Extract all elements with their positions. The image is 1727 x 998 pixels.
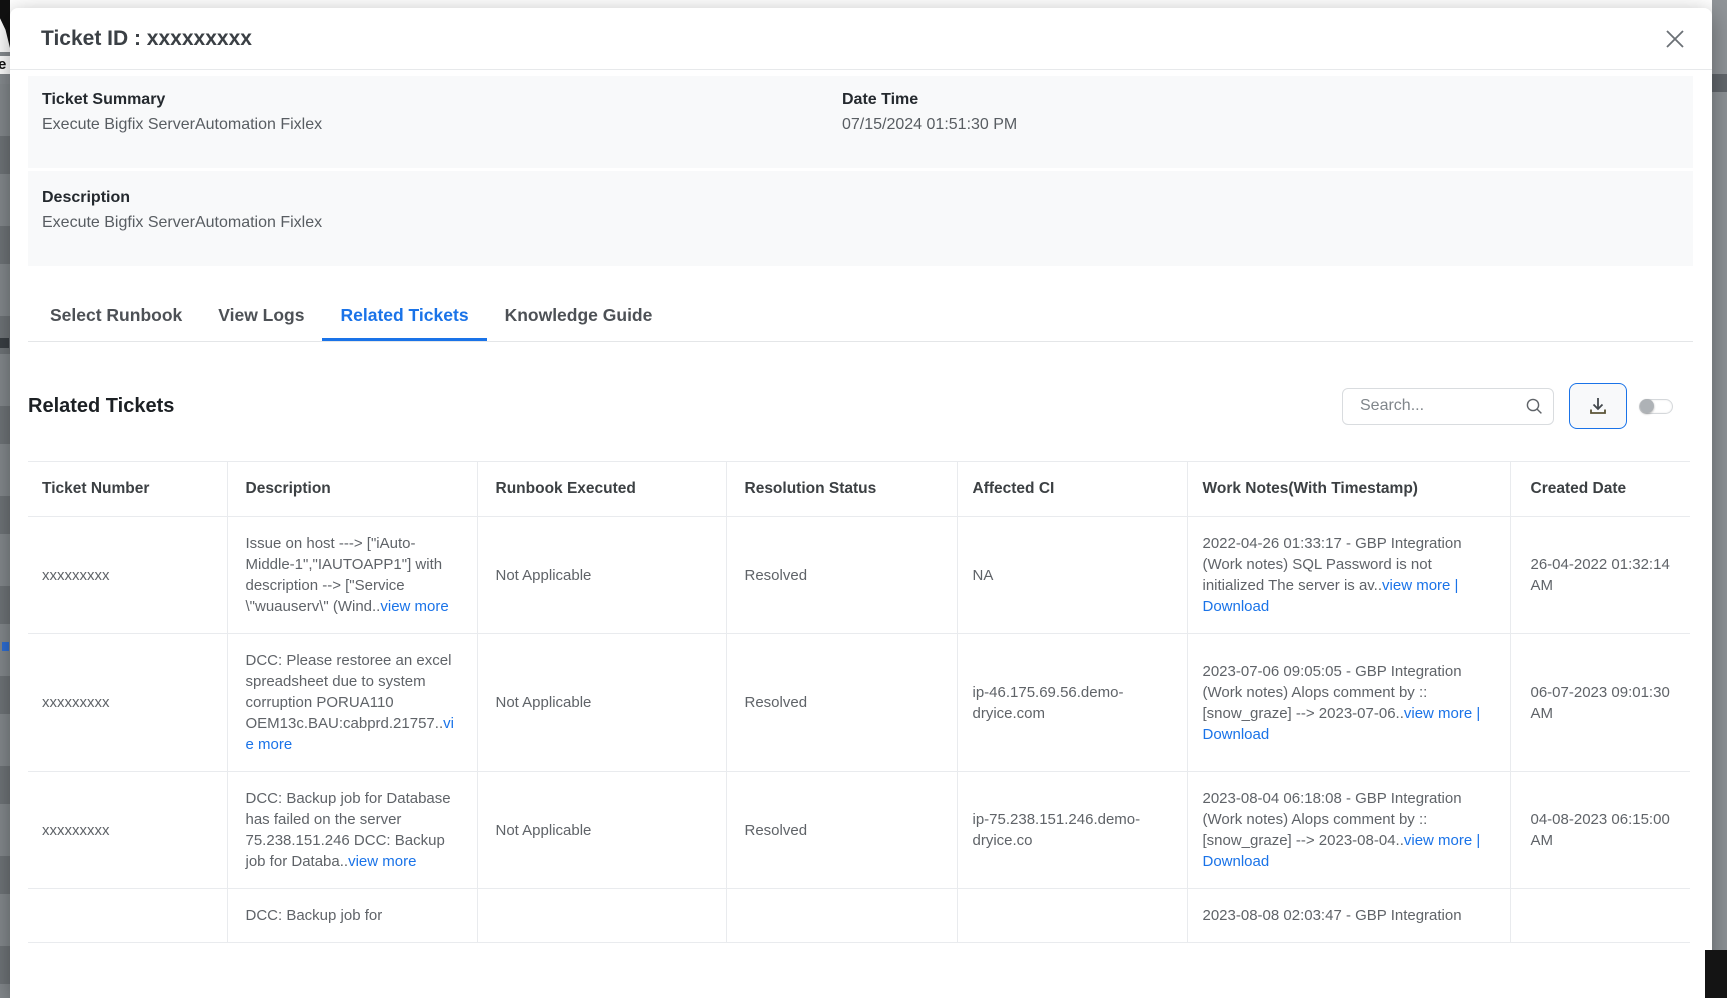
cell-resolution-status [726,889,957,943]
col-header-runbook-executed: Runbook Executed [477,462,726,517]
download-button[interactable] [1569,383,1627,429]
tab-select-runbook[interactable]: Select Runbook [32,292,200,341]
cell-ticket-number: xxxxxxxxx [28,634,227,772]
cell-runbook-executed [477,889,726,943]
cell-ticket-number [28,889,227,943]
cell-affected-ci [957,889,1187,943]
toggle-knob [1640,399,1654,413]
col-header-work-notes: Work Notes(With Timestamp) [1187,462,1510,517]
cell-affected-ci: ip-75.238.151.246.demo-dryice.co [957,772,1187,889]
description-panel: Description Execute Bigfix ServerAutomat… [28,171,1693,266]
cell-ticket-number: xxxxxxxxx [28,517,227,634]
cell-runbook-executed: Not Applicable [477,634,726,772]
background-logo-fragment [0,0,10,52]
ticket-details-modal: Ticket ID : xxxxxxxxx Ticket Summary Exe… [10,8,1712,998]
background-sidebar-strip [0,84,10,998]
background-text-fragment [0,56,10,74]
table-row: xxxxxxxxx DCC: Backup job for Database h… [28,772,1690,889]
tab-bar: Select Runbook View Logs Related Tickets… [28,292,1693,342]
cell-work-notes: 2023-08-08 02:03:47 - GBP Integration [1187,889,1510,943]
close-button[interactable] [1662,26,1688,52]
ticket-summary-label: Ticket Summary [42,91,842,109]
cell-runbook-executed: Not Applicable [477,517,726,634]
table-header-row: Ticket Number Description Runbook Execut… [28,462,1690,517]
download-icon [1587,395,1609,417]
description-view-more-link[interactable]: view more [380,598,448,615]
background-corner-block [1705,950,1727,998]
background-speck [2,642,9,651]
cell-runbook-executed: Not Applicable [477,772,726,889]
tab-knowledge-guide[interactable]: Knowledge Guide [487,292,671,341]
background-page-left-sliver [0,0,10,998]
cell-created-date: 06-07-2023 09:01:30 AM [1510,634,1690,772]
col-header-created-date: Created Date [1510,462,1690,517]
description-view-more-link[interactable]: view more [348,853,416,870]
related-tickets-table: Ticket Number Description Runbook Execut… [28,461,1690,943]
related-tickets-heading: Related Tickets [28,395,174,418]
description-label: Description [42,189,1679,207]
cell-ticket-number: xxxxxxxxx [28,772,227,889]
description-value: Execute Bigfix ServerAutomation Fixlex [42,214,1679,232]
cell-created-date [1510,889,1690,943]
cell-affected-ci: NA [957,517,1187,634]
related-tickets-toolbar: Related Tickets [28,383,1693,429]
cell-created-date: 26-04-2022 01:32:14 AM [1510,517,1690,634]
ticket-summary-value: Execute Bigfix ServerAutomation Fixlex [42,116,842,134]
modal-header: Ticket ID : xxxxxxxxx [10,8,1712,70]
close-icon [1663,27,1687,51]
background-speck [0,338,9,348]
background-page-right-sliver [1712,0,1727,998]
cell-work-notes: 2023-08-04 06:18:08 - GBP Integration (W… [1187,772,1510,889]
cell-affected-ci: ip-46.175.69.56.demo-dryice.com [957,634,1187,772]
tab-related-tickets[interactable]: Related Tickets [322,292,486,341]
table-row: xxxxxxxxx DCC: Please restoree an excel … [28,634,1690,772]
cell-description: Issue on host ---> ["iAuto-Middle-1","IA… [227,517,477,634]
cell-work-notes: 2022-04-26 01:33:17 - GBP Integration (W… [1187,517,1510,634]
view-toggle[interactable] [1639,399,1673,414]
cell-resolution-status: Resolved [726,517,957,634]
search-input[interactable] [1342,388,1554,425]
ticket-summary-panel: Ticket Summary Execute Bigfix ServerAuto… [28,76,1693,168]
table-row: xxxxxxxxx Issue on host ---> ["iAuto-Mid… [28,517,1690,634]
cell-created-date: 04-08-2023 06:15:00 AM [1510,772,1690,889]
cell-resolution-status: Resolved [726,634,957,772]
col-header-resolution-status: Resolution Status [726,462,957,517]
cell-description: DCC: Backup job for [227,889,477,943]
col-header-description: Description [227,462,477,517]
cell-description: DCC: Please restoree an excel spreadshee… [227,634,477,772]
date-time-value: 07/15/2024 01:51:30 PM [842,116,1679,134]
table-row: DCC: Backup job for 2023-08-08 02:03:47 … [28,889,1690,943]
tab-view-logs[interactable]: View Logs [200,292,322,341]
col-header-ticket-number: Ticket Number [28,462,227,517]
cell-description: DCC: Backup job for Database has failed … [227,772,477,889]
modal-title: Ticket ID : xxxxxxxxx [41,27,252,51]
cell-work-notes: 2023-07-06 09:05:05 - GBP Integration (W… [1187,634,1510,772]
search-icon [1525,397,1544,416]
col-header-affected-ci: Affected CI [957,462,1187,517]
date-time-label: Date Time [842,91,1679,109]
cell-resolution-status: Resolved [726,772,957,889]
